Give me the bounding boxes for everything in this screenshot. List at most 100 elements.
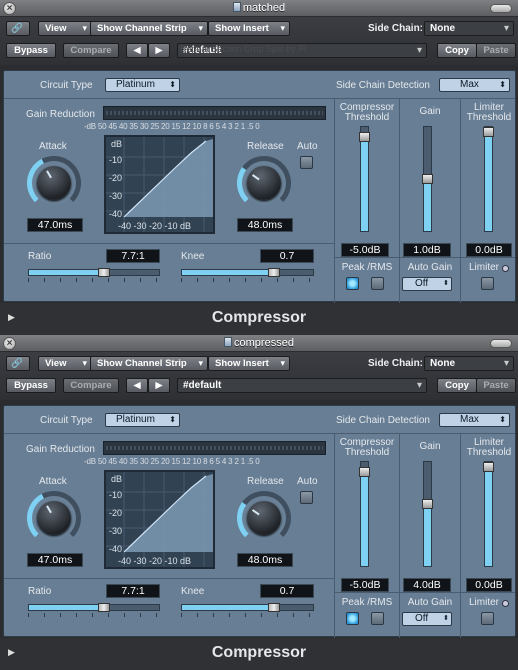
compressor-threshold-value[interactable]: -5.0dB (341, 578, 389, 592)
compare-button[interactable]: Compare (63, 378, 119, 393)
gain-reduction-label: Gain Reduction (26, 444, 95, 455)
limiter-threshold-slider[interactable] (483, 461, 494, 567)
compressor-threshold-thumb[interactable] (359, 132, 370, 143)
toolbar-toggle-button[interactable] (490, 4, 512, 13)
attack-knob[interactable] (27, 491, 81, 545)
paste-button[interactable]: Paste (476, 378, 516, 393)
show-insert-menu[interactable]: Show Insert (208, 356, 290, 371)
copy-button[interactable]: Copy (437, 378, 477, 393)
divider (4, 98, 515, 99)
paste-button[interactable]: Paste (476, 43, 516, 58)
release-value[interactable]: 48.0ms (237, 553, 293, 567)
show-insert-menu[interactable]: Show Insert (208, 21, 290, 36)
peak-button[interactable] (346, 277, 359, 290)
copy-button[interactable]: Copy (437, 43, 477, 58)
gain-slider[interactable] (422, 461, 433, 567)
ratio-value[interactable]: 7.7:1 (106, 584, 160, 598)
rms-button[interactable] (371, 612, 384, 625)
limiter-threshold-thumb[interactable] (483, 462, 494, 473)
arrow-right-icon: ▶ (155, 45, 163, 56)
rms-button[interactable] (371, 277, 384, 290)
bypass-button[interactable]: Bypass (6, 43, 56, 58)
auto-release-checkbox[interactable] (300, 491, 313, 504)
limiter-threshold-value[interactable]: 0.0dB (466, 243, 512, 257)
link-icon: 🔗 (11, 23, 23, 34)
compare-button[interactable]: Compare (63, 43, 119, 58)
knee-thumb[interactable] (267, 268, 280, 277)
gain-value[interactable]: 4.0dB (403, 578, 451, 592)
bypass-button[interactable]: Bypass (6, 378, 56, 393)
show-channel-strip-menu[interactable]: Show Channel Strip (90, 21, 208, 36)
link-button[interactable]: 🔗 (6, 21, 30, 36)
compressor-threshold-thumb[interactable] (359, 467, 370, 478)
ratio-thumb[interactable] (98, 603, 111, 612)
release-value[interactable]: 48.0ms (237, 218, 293, 232)
previous-preset-button[interactable]: ◀ (126, 43, 148, 58)
release-knob[interactable] (237, 156, 291, 210)
knee-slider[interactable] (181, 603, 314, 612)
release-knob[interactable] (237, 491, 291, 545)
ratio-value[interactable]: 7.7:1 (106, 249, 160, 263)
limiter-checkbox[interactable] (481, 612, 494, 625)
attack-value[interactable]: 47.0ms (27, 553, 83, 567)
limiter-threshold-value[interactable]: 0.0dB (466, 578, 512, 592)
ratio-thumb[interactable] (98, 268, 111, 277)
window-title: compressed (0, 337, 518, 349)
ratio-slider[interactable] (28, 603, 160, 612)
gain-reduction-meter (103, 106, 326, 120)
auto-label: Auto (297, 141, 318, 152)
circuit-type-label: Circuit Type (40, 80, 93, 91)
auto-gain-select[interactable]: Off (402, 612, 452, 626)
limiter-checkbox[interactable] (481, 277, 494, 290)
gain-thumb[interactable] (422, 174, 433, 184)
side-chain-detection-select[interactable]: Max (439, 413, 510, 427)
compressor-threshold-slider[interactable] (359, 126, 370, 232)
peak-button[interactable] (346, 612, 359, 625)
link-button[interactable]: 🔗 (6, 356, 30, 371)
divider (4, 433, 515, 434)
attack-label: Attack (39, 141, 67, 152)
view-menu[interactable]: View (38, 356, 92, 371)
compressor-panel: Circuit Type Platinum Side Chain Detecti… (3, 405, 516, 638)
release-label: Release (247, 141, 284, 152)
circuit-type-label: Circuit Type (40, 415, 93, 426)
next-preset-button[interactable]: ▶ (148, 43, 170, 58)
view-menu[interactable]: View (38, 21, 92, 36)
title-bar[interactable]: × compressed (0, 335, 518, 352)
side-chain-select[interactable]: None (424, 21, 514, 36)
knee-value[interactable]: 0.7 (260, 249, 314, 263)
title-bar[interactable]: × matched (0, 0, 518, 17)
ratio-slider[interactable] (28, 268, 160, 277)
attack-value[interactable]: 47.0ms (27, 218, 83, 232)
gain-slider[interactable] (422, 126, 433, 232)
knee-thumb[interactable] (267, 603, 280, 612)
gain-value[interactable]: 1.0dB (403, 243, 451, 257)
auto-release-checkbox[interactable] (300, 156, 313, 169)
auto-gain-select[interactable]: Off (402, 277, 452, 291)
side-chain-select[interactable]: None (424, 356, 514, 371)
knee-ticks (181, 613, 314, 617)
limiter-threshold-thumb[interactable] (483, 127, 494, 138)
graph-y-tick: -10 (109, 155, 123, 165)
preset-menu[interactable]: #default (177, 378, 427, 393)
knob-cap (247, 166, 281, 200)
graph-y-tick: -20 (109, 508, 123, 518)
compressor-threshold-value[interactable]: -5.0dB (341, 243, 389, 257)
knee-slider[interactable] (181, 268, 314, 277)
graph-db-label: dB (111, 139, 123, 149)
limiter-threshold-slider[interactable] (483, 126, 494, 232)
compressor-threshold-slider[interactable] (359, 461, 370, 567)
show-channel-strip-menu[interactable]: Show Channel Strip (90, 356, 208, 371)
side-chain-detection-select[interactable]: Max (439, 78, 510, 92)
attack-knob[interactable] (27, 156, 81, 210)
knee-value[interactable]: 0.7 (260, 584, 314, 598)
next-preset-button[interactable]: ▶ (148, 378, 170, 393)
circuit-type-select[interactable]: Platinum (105, 78, 180, 92)
previous-preset-button[interactable]: ◀ (126, 378, 148, 393)
plugin-toolbar: 🔗 View Show Channel Strip Show Insert Si… (0, 17, 518, 65)
toolbar-toggle-button[interactable] (490, 339, 512, 348)
knee-ticks (181, 278, 314, 282)
circuit-type-select[interactable]: Platinum (105, 413, 180, 427)
gain-thumb[interactable] (422, 498, 433, 509)
limiter-indicator (502, 600, 509, 607)
